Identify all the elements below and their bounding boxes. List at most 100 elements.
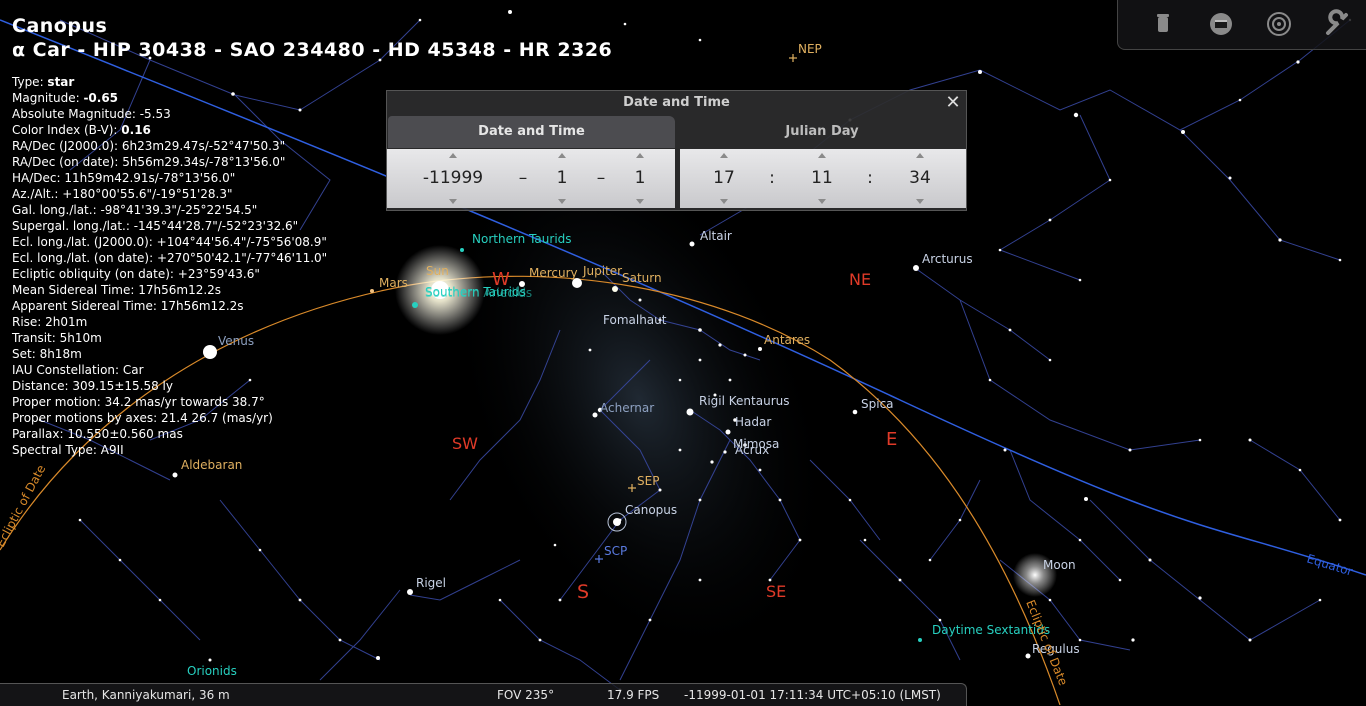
info-label: Proper motions by axes:	[12, 411, 161, 425]
info-label: Proper motion:	[12, 395, 105, 409]
info-row: Transit: 5h10m	[12, 330, 327, 346]
month-value[interactable]: 1	[547, 168, 577, 188]
label-fomalhaut: Fomalhaut	[603, 313, 667, 327]
info-label: RA/Dec (on date):	[12, 155, 123, 169]
info-label: Gal. long./lat.:	[12, 203, 101, 217]
month-down-arrow-icon[interactable]	[558, 199, 566, 204]
info-label: Spectral Type:	[12, 443, 101, 457]
year-up-arrow-icon[interactable]	[449, 153, 457, 158]
meteor-radiant-3	[918, 638, 922, 642]
info-label: HA/Dec:	[12, 171, 65, 185]
info-value: 21.4 26.7 (mas/yr)	[160, 411, 273, 425]
tab-date-and-time[interactable]: Date and Time	[388, 116, 675, 148]
label-ecliptic-left: Ecliptic of Date	[0, 463, 48, 550]
label-altair: Altair	[700, 229, 732, 243]
minute-value[interactable]: 11	[806, 168, 838, 188]
info-value: +270°50'42.1"/-77°46'11.0"	[156, 251, 328, 265]
label-southern-ariedids: Southern Ariedids	[425, 286, 532, 300]
target-icon[interactable]	[1264, 9, 1294, 39]
hour-up-arrow-icon[interactable]	[720, 153, 728, 158]
info-label: Parallax:	[12, 427, 68, 441]
info-value: -145°44'28.7"/-52°23'32.6"	[133, 219, 299, 233]
info-value: A9II	[100, 443, 124, 457]
day-up-arrow-icon[interactable]	[636, 153, 644, 158]
month-spinbox[interactable]: 1	[547, 149, 577, 208]
info-label: Distance:	[12, 379, 73, 393]
info-label: Set:	[12, 347, 40, 361]
status-bar: Earth, Kanniyakumari, 36 m FOV 235° 17.9…	[0, 683, 967, 706]
label-arcturus: Arcturus	[922, 252, 973, 266]
info-value: 17h56m12.2s	[138, 283, 222, 297]
hour-down-arrow-icon[interactable]	[720, 199, 728, 204]
minute-spinbox[interactable]: 11	[806, 149, 838, 208]
info-value: -98°41'39.3"/-25°22'54.5"	[100, 203, 258, 217]
close-icon[interactable]: ✕	[943, 93, 963, 113]
hour-spinbox[interactable]: 17	[708, 149, 740, 208]
label-acrux: Acrux	[735, 443, 769, 457]
label-equator: Equator	[1305, 551, 1354, 578]
info-label: Mean Sidereal Time:	[12, 283, 139, 297]
year-value[interactable]: -11999	[415, 168, 491, 188]
label-spica: Spica	[861, 397, 894, 411]
object-designations: α Car - HIP 30438 - SAO 234480 - HD 4534…	[12, 39, 613, 61]
date-panel: -11999 – 1 – 1	[387, 149, 675, 208]
second-spinbox[interactable]: 34	[904, 149, 936, 208]
minute-down-arrow-icon[interactable]	[818, 199, 826, 204]
info-value: star	[47, 75, 75, 89]
meteor-radiant-1	[460, 248, 464, 252]
info-value: 6h23m29.47s/-52°47'50.3"	[121, 139, 286, 153]
info-label: Color Index (B-V):	[12, 123, 122, 137]
year-down-arrow-icon[interactable]	[449, 199, 457, 204]
label-scp: SCP	[604, 544, 627, 558]
info-row: Type: star	[12, 74, 327, 90]
info-row: Proper motion: 34.2 mas/yr towards 38.7°	[12, 394, 327, 410]
second-up-arrow-icon[interactable]	[916, 153, 924, 158]
second-value[interactable]: 34	[904, 168, 936, 188]
label-orionids: Orionids	[187, 664, 237, 678]
label-sep: SEP	[637, 474, 659, 488]
day-value[interactable]: 1	[625, 168, 655, 188]
label-hadar: Hadar	[735, 415, 771, 429]
dialog-title: Date and Time	[623, 95, 730, 110]
saturn[interactable]	[612, 286, 618, 292]
label-antares: Antares	[764, 333, 810, 347]
info-row: Distance: 309.15±15.58 ly	[12, 378, 327, 394]
info-value: -0.65	[83, 91, 119, 105]
date-separator: –	[518, 168, 528, 188]
tab-julian-day[interactable]: Julian Day	[679, 116, 965, 148]
minute-up-arrow-icon[interactable]	[818, 153, 826, 158]
info-value: 10.550±0.560 mas	[67, 427, 183, 441]
info-row: RA/Dec (on date): 5h56m29.34s/-78°13'56.…	[12, 154, 327, 170]
info-label: Az./Alt.:	[12, 187, 63, 201]
info-value: 2h01m	[45, 315, 88, 329]
wrench-icon[interactable]	[1322, 9, 1352, 39]
label-nep: NEP	[798, 42, 822, 56]
label-mars: Mars	[379, 276, 408, 290]
time-panel: 17 : 11 : 34	[680, 149, 966, 208]
second-down-arrow-icon[interactable]	[916, 199, 924, 204]
label-mercury: Mercury	[529, 266, 578, 280]
window-icon[interactable]	[1206, 9, 1236, 39]
label-rigel: Rigel	[416, 576, 446, 590]
object-info-panel: Type: star Magnitude: -0.65 Absolute Magni…	[12, 74, 327, 458]
time-separator: :	[769, 168, 775, 188]
status-location[interactable]: Earth, Kanniyakumari, 36 m	[62, 688, 230, 702]
status-datetime[interactable]: -11999-01-01 17:11:34 UTC+05:10 (LMST)	[684, 688, 941, 702]
info-value: +23°59'43.6"	[177, 267, 260, 281]
mars[interactable]	[370, 289, 374, 293]
trash-icon[interactable]	[1148, 9, 1178, 39]
info-label: Ecl. long./lat. (J2000.0):	[12, 235, 157, 249]
info-value: 0.16	[121, 123, 151, 137]
hour-value[interactable]: 17	[708, 168, 740, 188]
time-separator: :	[867, 168, 873, 188]
cardinal-sw: SW	[452, 434, 478, 453]
month-up-arrow-icon[interactable]	[558, 153, 566, 158]
info-row: Spectral Type: A9II	[12, 442, 327, 458]
info-row: Ecliptic obliquity (on date): +23°59'43.…	[12, 266, 327, 282]
day-down-arrow-icon[interactable]	[636, 199, 644, 204]
label-saturn: Saturn	[622, 271, 662, 285]
day-spinbox[interactable]: 1	[625, 149, 655, 208]
cardinal-e: E	[886, 429, 897, 450]
cardinal-se: SE	[766, 582, 786, 601]
year-spinbox[interactable]: -11999	[415, 149, 491, 208]
